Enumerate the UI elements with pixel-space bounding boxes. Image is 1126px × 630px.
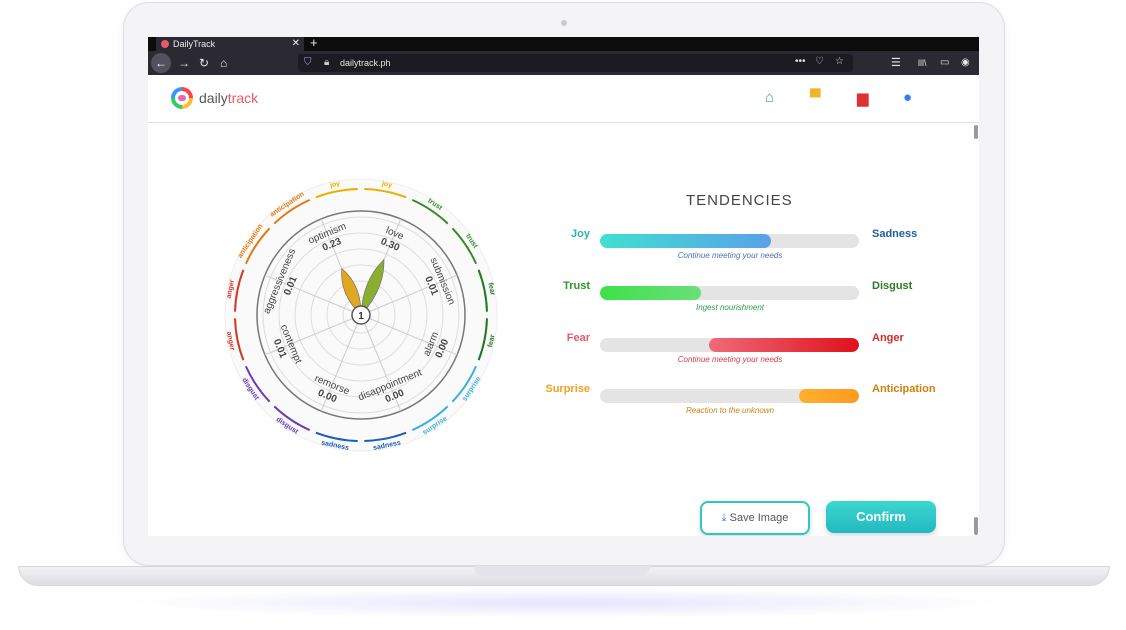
- ring-emotion-label: fear: [487, 334, 496, 348]
- new-tab-icon[interactable]: +: [310, 37, 318, 50]
- laptop-notch: [474, 566, 650, 576]
- camera-dot: [561, 20, 567, 26]
- tab-close-icon[interactable]: ✕: [292, 37, 300, 51]
- reload-icon[interactable]: ↻: [199, 55, 209, 71]
- tendency-right-label: Anticipation: [872, 383, 936, 395]
- url-bar[interactable]: ⛉ 🔒︎ dailytrack.ph ••• ♡ ☆: [298, 54, 853, 72]
- tendency-fill: [600, 234, 771, 248]
- tendency-track: [600, 389, 859, 403]
- menu-lines-icon[interactable]: ☰: [891, 55, 901, 71]
- laptop-shadow: [120, 588, 1010, 618]
- tendency-caption: Ingest nourishment: [695, 303, 765, 312]
- forward-arrow-icon[interactable]: →: [178, 55, 190, 71]
- home-icon[interactable]: ⌂: [765, 89, 774, 106]
- tendencies-title: TENDENCIES: [686, 192, 793, 209]
- confirm-button[interactable]: Confirm: [826, 501, 936, 533]
- tendency-track: [600, 338, 859, 352]
- library-icon[interactable]: lll\: [918, 55, 927, 71]
- wheel-center-value: 1: [358, 311, 364, 322]
- scrollbar-bottom[interactable]: [974, 517, 978, 535]
- scrollbar-top[interactable]: [974, 125, 978, 139]
- sidebar-icon[interactable]: ▭: [940, 55, 949, 71]
- lock-icon: 🔒︎: [324, 57, 330, 68]
- tendency-left-label: Fear: [566, 332, 590, 344]
- pocket-icon[interactable]: ♡: [815, 56, 824, 67]
- emotion-wheel: 1love0.30submission0.01alarm0.00disappoi…: [224, 178, 498, 452]
- home-icon[interactable]: ⌂: [220, 55, 227, 71]
- tendency-left-label: Trust: [563, 280, 590, 292]
- brand-prefix: daily: [199, 90, 228, 106]
- url-text: dailytrack.ph: [340, 58, 391, 68]
- brand-name: dailytrack: [199, 90, 258, 106]
- screen: DailyTrack ✕ + ← → ↻ ⌂ ⛉ 🔒︎ dailytrack.p…: [148, 37, 979, 536]
- tendency-fill: [600, 286, 701, 300]
- browser-tab-bar: DailyTrack ✕ +: [148, 37, 979, 51]
- save-image-button[interactable]: ⤓ Save Image: [700, 501, 810, 535]
- tendency-caption: Reaction to the unknown: [685, 406, 775, 415]
- tab-title: DailyTrack: [173, 39, 216, 49]
- tendency-right-label: Anger: [872, 332, 904, 344]
- user-icon[interactable]: ●: [903, 89, 912, 106]
- book-icon[interactable]: ▆: [857, 89, 869, 107]
- tendency-right-label: Disgust: [872, 280, 913, 292]
- tendency-track: [600, 234, 859, 248]
- bookmark-star-icon[interactable]: ☆: [835, 56, 844, 67]
- tendency-fill: [708, 338, 859, 352]
- shield-icon: ⛉: [304, 57, 312, 68]
- dailytrack-logo-icon: [171, 87, 193, 109]
- download-icon: ⤓: [721, 512, 727, 524]
- save-image-label: Save Image: [729, 512, 789, 524]
- browser-nav-bar: ← → ↻ ⌂ ⛉ 🔒︎ dailytrack.ph ••• ♡ ☆ ☰ lll…: [148, 51, 979, 75]
- back-arrow-icon[interactable]: ←: [151, 53, 171, 73]
- tendency-fill: [799, 389, 859, 403]
- tendency-caption: Continue meeting your needs: [677, 355, 783, 364]
- tendency-right-label: Sadness: [872, 228, 918, 240]
- tendency-left-label: Joy: [571, 228, 590, 240]
- tendency-track: [600, 286, 859, 300]
- app-header: dailytrack ⌂ ▀ ▆ ●: [148, 75, 979, 123]
- tendency-left-label: Surprise: [545, 383, 590, 395]
- chat-icon[interactable]: ▀: [810, 89, 821, 106]
- account-icon[interactable]: ◉: [961, 55, 970, 71]
- more-icon[interactable]: •••: [795, 56, 806, 67]
- tendency-caption: Continue meeting your needs: [677, 251, 783, 260]
- favicon-icon: [161, 40, 169, 48]
- browser-tab[interactable]: DailyTrack ✕: [156, 37, 304, 51]
- brand-suffix: track: [227, 90, 259, 106]
